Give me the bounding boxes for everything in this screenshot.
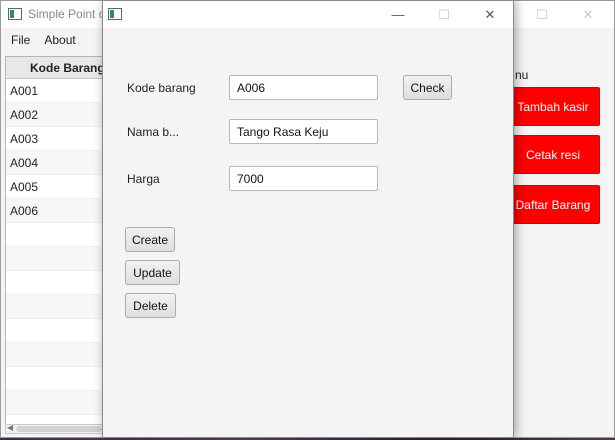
close-icon[interactable]: ✕ bbox=[467, 1, 513, 28]
dialog-title-bar[interactable]: — ☐ ✕ bbox=[103, 1, 513, 28]
nama-barang-label: Nama b... bbox=[127, 125, 180, 139]
harga-input[interactable] bbox=[229, 166, 378, 191]
table-row-empty bbox=[6, 319, 104, 343]
barang-dialog: — ☐ ✕ Kode barang Check Nama b... Harga … bbox=[102, 0, 514, 438]
menu-about[interactable]: About bbox=[44, 33, 75, 47]
kode-barang-label: Kode barang bbox=[127, 81, 196, 95]
scroll-left-icon[interactable]: ◀ bbox=[7, 423, 13, 432]
main-close-icon[interactable]: ✕ bbox=[565, 1, 611, 28]
dialog-app-icon bbox=[108, 8, 122, 20]
create-button[interactable]: Create bbox=[125, 227, 175, 252]
main-maximize-icon[interactable]: ☐ bbox=[519, 1, 565, 28]
maximize-icon[interactable]: ☐ bbox=[421, 1, 467, 28]
table-row-empty bbox=[6, 343, 104, 367]
update-button[interactable]: Update bbox=[125, 260, 180, 285]
table-horizontal-scrollbar[interactable]: ◀ bbox=[5, 423, 105, 434]
menu-file[interactable]: File bbox=[11, 33, 30, 47]
table-row[interactable]: A005 bbox=[6, 175, 104, 199]
scrollbar-thumb[interactable] bbox=[16, 426, 102, 432]
column-header-kode-barang[interactable]: Kode Barang bbox=[6, 57, 104, 79]
table-row[interactable]: A006 bbox=[6, 199, 104, 223]
table-row[interactable]: A002 bbox=[6, 103, 104, 127]
kode-barang-input[interactable] bbox=[229, 75, 378, 100]
side-menu-label: nu bbox=[515, 68, 529, 82]
table-row[interactable]: A003 bbox=[6, 127, 104, 151]
app-icon bbox=[8, 8, 22, 20]
table-row-empty bbox=[6, 223, 104, 247]
barang-table: Kode Barang A001 A002 A003 A004 A005 A00… bbox=[5, 56, 105, 432]
table-row[interactable]: A001 bbox=[6, 79, 104, 103]
table-row-empty bbox=[6, 271, 104, 295]
check-button[interactable]: Check bbox=[403, 75, 452, 100]
nama-barang-input[interactable] bbox=[229, 119, 378, 144]
tambah-kasir-button[interactable]: Tambah kasir bbox=[506, 87, 600, 126]
delete-button[interactable]: Delete bbox=[125, 293, 176, 318]
cetak-resi-button[interactable]: Cetak resi bbox=[506, 135, 600, 174]
table-row-empty bbox=[6, 367, 104, 391]
daftar-barang-button[interactable]: Daftar Barang bbox=[506, 185, 600, 224]
table-row-empty bbox=[6, 391, 104, 415]
table-row[interactable]: A004 bbox=[6, 151, 104, 175]
table-row-empty bbox=[6, 247, 104, 271]
harga-label: Harga bbox=[127, 172, 160, 186]
table-row-empty bbox=[6, 295, 104, 319]
minimize-icon[interactable]: — bbox=[375, 1, 421, 28]
